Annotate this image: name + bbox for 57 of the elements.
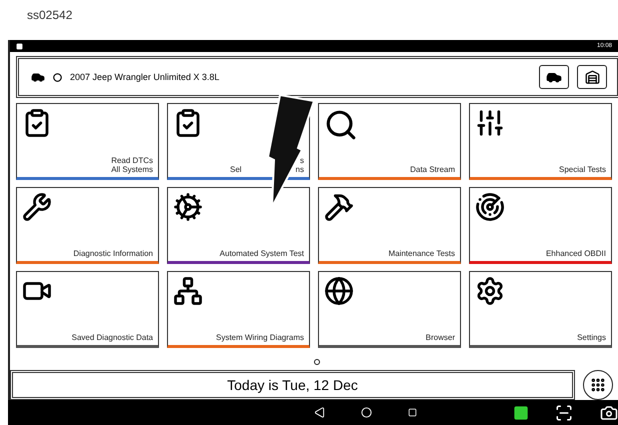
menu-tile[interactable]: Special Tests bbox=[469, 103, 612, 180]
tile-label: System Wiring Diagrams bbox=[216, 333, 304, 342]
tile-label: Special Tests bbox=[559, 165, 606, 174]
tile-label: Browser bbox=[426, 333, 455, 342]
radar-icon bbox=[475, 192, 505, 222]
home-icon bbox=[360, 407, 372, 418]
search-icon bbox=[324, 108, 358, 142]
recents-button[interactable] bbox=[408, 408, 418, 417]
tile-label: Read DTCs bbox=[111, 156, 153, 165]
tile-label: ns bbox=[296, 165, 304, 174]
wrench-icon bbox=[22, 192, 52, 222]
menu-tile[interactable]: Ehhanced OBDII bbox=[469, 187, 612, 264]
apps-button[interactable] bbox=[583, 370, 613, 400]
back-icon bbox=[314, 407, 324, 418]
app-icon[interactable] bbox=[512, 404, 529, 420]
back-button[interactable] bbox=[314, 407, 324, 418]
vehicle-button[interactable] bbox=[539, 65, 569, 89]
screenshot-button[interactable] bbox=[555, 404, 574, 422]
gears-icon bbox=[173, 192, 203, 222]
menu-tile[interactable]: Automated System Test bbox=[167, 187, 310, 264]
tile-label: Sel bbox=[230, 165, 242, 174]
app-square-icon bbox=[512, 404, 529, 420]
menu-tile[interactable]: Diagnostic Information bbox=[16, 187, 159, 264]
tools-icon bbox=[324, 192, 354, 222]
screenshot-icon bbox=[555, 404, 574, 422]
tile-label: Saved Diagnostic Data bbox=[72, 333, 153, 342]
tile-label: Maintenance Tests bbox=[388, 249, 455, 258]
globe-icon bbox=[324, 276, 354, 306]
menu-tile[interactable]: Saved Diagnostic Data bbox=[16, 271, 159, 348]
battery-icon bbox=[16, 42, 23, 50]
figure-caption: ss02542 bbox=[26, 7, 74, 24]
tile-label: All Systems bbox=[111, 165, 153, 174]
menu-tile[interactable]: System Wiring Diagrams bbox=[167, 271, 310, 348]
camera-icon bbox=[600, 404, 618, 422]
sliders-icon bbox=[475, 108, 505, 138]
recents-icon bbox=[408, 408, 418, 417]
grid-icon bbox=[590, 377, 606, 393]
garage-icon bbox=[584, 70, 600, 84]
menu-tile[interactable]: Maintenance Tests bbox=[318, 187, 461, 264]
tile-label: Ehhanced OBDII bbox=[546, 249, 606, 258]
tile-label: Data Stream bbox=[410, 165, 455, 174]
ring-icon bbox=[53, 72, 62, 82]
tile-label: s bbox=[300, 156, 304, 165]
menu-tile[interactable]: Browser bbox=[318, 271, 461, 348]
home-button[interactable] bbox=[360, 407, 372, 418]
page-indicator bbox=[314, 359, 320, 365]
settings-icon bbox=[475, 276, 505, 306]
tile-label: Automated System Test bbox=[220, 249, 304, 258]
menu-tile[interactable]: Read DTCs All Systems bbox=[16, 103, 159, 180]
menu-tile[interactable]: Data Stream bbox=[318, 103, 461, 180]
vehicle-name: 2007 Jeep Wrangler Unlimited X 3.8L bbox=[70, 72, 220, 82]
menu-tile[interactable]: Settings bbox=[469, 271, 612, 348]
tile-label: Diagnostic Information bbox=[73, 249, 153, 258]
camera-button[interactable] bbox=[600, 404, 618, 422]
tile-label: Settings bbox=[577, 333, 606, 342]
wiring-icon bbox=[173, 276, 203, 306]
garage-button[interactable] bbox=[577, 65, 607, 89]
